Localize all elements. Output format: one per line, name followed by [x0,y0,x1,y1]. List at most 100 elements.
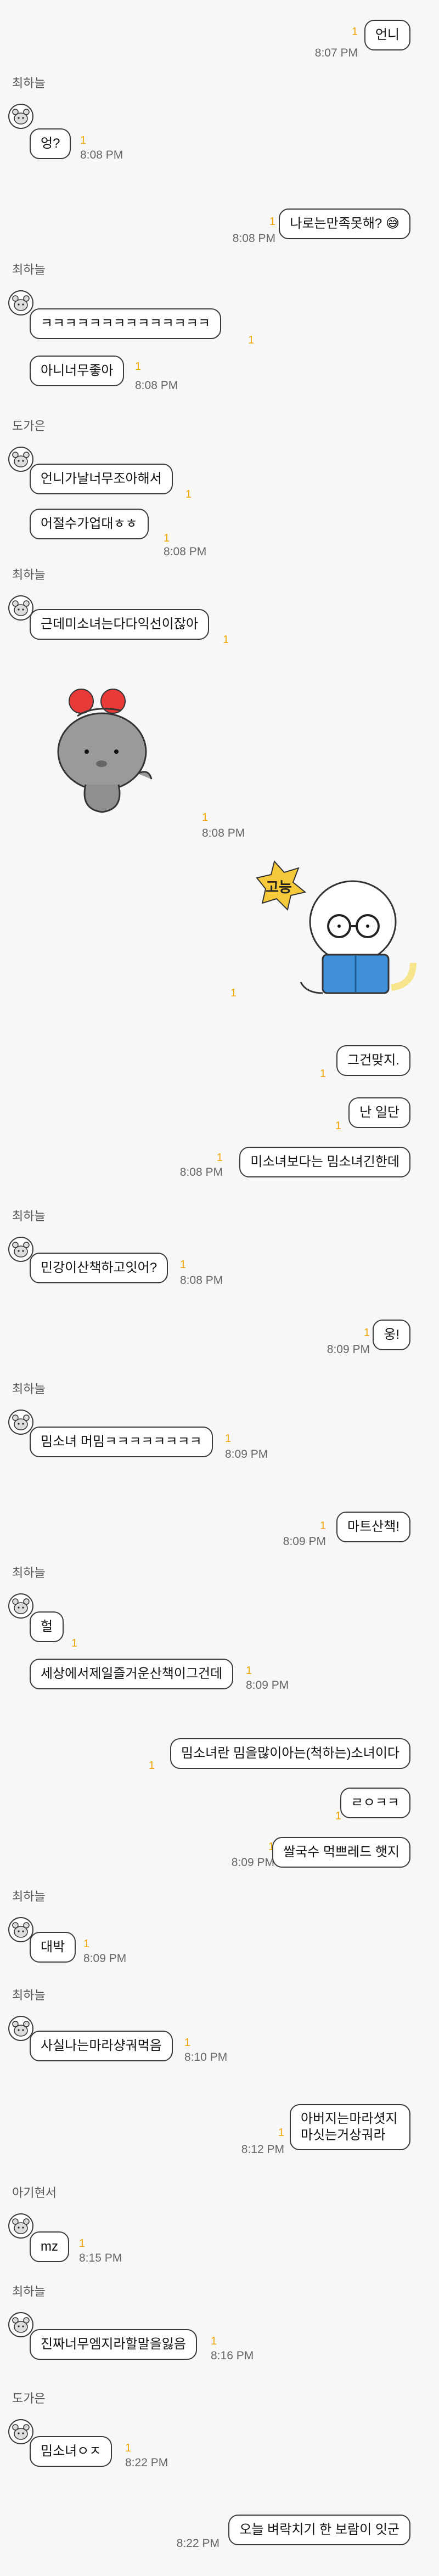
unread-count: 1 [135,360,142,373]
message-bubble[interactable]: 밈소녀ㅇㅈ [30,2436,112,2467]
message-bubble[interactable]: 오늘 벼락치기 한 보람이 잇군 [228,2515,410,2545]
unread-count: 1 [164,532,170,544]
message-time: 8:15 PM [79,2252,122,2264]
sender-name: 최하늘 [12,1988,46,2002]
message-time: 8:12 PM [241,2143,284,2156]
message-time: 8:09 PM [283,1535,326,1548]
message-bubble[interactable]: 밈소녀 머밈ㅋㅋㅋㅋㅋㅋㅋㅋ [30,1427,213,1457]
sender-name: 최하늘 [12,1566,46,1580]
message-bubble[interactable]: 진짜너무엠지라할말을잃음 [30,2329,197,2360]
message-time: 8:08 PM [135,379,178,392]
gray-bear-heart-sticker[interactable] [47,686,162,818]
glasses-dog-reading-sticker[interactable]: 고능 [240,856,421,1000]
message-bubble[interactable]: 언니가날너무조아해서 [30,464,173,494]
message-time: 8:09 PM [327,1343,370,1356]
unread-count: 1 [180,1259,187,1271]
sender-name: 최하늘 [12,1890,46,1903]
message-bubble[interactable]: 사실나는마라샹궈먹음 [30,2031,173,2061]
unread-count: 1 [248,334,255,346]
unread-count: 1 [125,2442,132,2454]
unread-count: 1 [184,2037,191,2049]
unread-count: 1 [363,1327,370,1339]
message-bubble[interactable]: 나로는만족못해? 😅 [279,208,410,239]
message-bubble[interactable]: 마트산책! [336,1512,410,1542]
message-bubble[interactable]: 웅! [373,1320,410,1350]
message-bubble[interactable]: mz [30,2231,69,2262]
message-time: 8:22 PM [176,2537,219,2550]
message-bubble[interactable]: 언니 [364,20,410,50]
unread-count: 1 [269,216,275,228]
sender-name: 최하늘 [12,76,46,90]
message-time: 8:16 PM [211,2349,254,2362]
avatar-icon[interactable] [8,2312,34,2338]
message-time: 8:08 PM [80,149,123,161]
sweat-smile-emoji: 😅 [385,216,399,231]
chat-transcript: 1 8:07 PM 언니 최하늘 엉? 1 8:08 PM 1 8:08 PM … [0,0,439,2576]
message-time: 8:08 PM [164,545,207,558]
avatar-icon[interactable] [8,1593,34,1619]
sender-name: 최하늘 [12,1209,46,1223]
unread-count: 1 [278,2127,284,2139]
unread-count: 1 [246,1665,252,1677]
unread-count: 1 [319,1520,326,1532]
message-bubble[interactable]: 쌀국수 먹쁘레드 햇지 [272,1837,410,1868]
message-bubble[interactable]: 난 일단 [348,1097,410,1128]
message-time: 8:08 PM [180,1274,223,1287]
message-text: 나로는만족못해? [290,216,382,231]
avatar-icon[interactable] [8,103,34,129]
message-bubble[interactable]: ㄹㅇㅋㅋ [340,1788,410,1818]
message-bubble[interactable]: 그건맞지. [336,1045,410,1076]
message-bubble[interactable]: 헐 [30,1611,64,1642]
unread-count: 1 [335,1810,341,1822]
unread-count: 1 [202,811,209,824]
sender-name: 최하늘 [12,263,46,277]
avatar-icon[interactable] [8,2213,34,2239]
unread-count: 1 [211,2335,217,2347]
sender-name: 최하늘 [12,1382,46,1396]
avatar-icon[interactable] [8,1409,34,1435]
message-time: 8:07 PM [314,47,358,59]
message-time: 8:08 PM [179,1166,223,1179]
sender-name: 최하늘 [12,2285,46,2298]
sender-name: 도가은 [12,419,46,433]
message-bubble[interactable]: 엉? [30,128,71,159]
unread-count: 1 [319,1068,326,1080]
unread-count: 1 [80,134,87,146]
message-bubble[interactable]: 근데미소녀는다다익선이잖아 [30,609,210,640]
unread-count: 1 [351,26,358,38]
message-time: 8:08 PM [232,232,275,245]
unread-count: 1 [223,634,229,646]
message-time: 8:22 PM [125,2456,168,2469]
avatar-icon[interactable] [8,2419,34,2445]
message-bubble[interactable]: 어절수가업대ㅎㅎ [30,509,149,539]
sender-name: 아기현서 [12,2186,57,2200]
message-time: 8:09 PM [246,1679,289,1692]
unread-count: 1 [148,1760,155,1772]
unread-count: 1 [79,2237,86,2250]
message-time: 8:09 PM [231,1856,274,1869]
message-time: 8:09 PM [225,1448,268,1461]
unread-count: 1 [335,1120,341,1132]
unread-count: 1 [216,1152,223,1164]
message-bubble[interactable]: 아니너무좋아 [30,356,125,386]
message-time: 8:08 PM [202,827,245,839]
message-bubble[interactable]: 대박 [30,1932,76,1963]
message-bubble[interactable]: 세상에서제일즐거운산책이그건데 [30,1659,234,1689]
message-bubble[interactable]: ㅋㅋㅋㅋㅋㅋㅋㅋㅋㅋㅋㅋㅋㅋ [30,308,222,339]
unread-count: 1 [71,1637,78,1649]
sender-name: 최하늘 [12,568,46,582]
sender-name: 도가은 [12,2392,46,2405]
message-bubble[interactable]: 아버지는마라셧지 마싯는거상궈라 [290,2104,410,2150]
message-bubble[interactable]: 밈소녀란 밈을많이아는(척하는)소녀이다 [170,1738,410,1769]
message-bubble[interactable]: 미소녀보다는 밈소녀긴한데 [239,1147,410,1177]
unread-count: 1 [83,1938,90,1950]
message-time: 8:10 PM [184,2051,228,2064]
unread-count: 1 [225,1433,232,1445]
unread-count: 1 [185,488,192,500]
unread-count: 1 [230,987,237,999]
avatar-icon[interactable] [8,446,34,472]
message-bubble[interactable]: 민강이산책하고잇어? [30,1253,168,1283]
sticker-caption: 고능 [266,880,292,896]
avatar-icon[interactable] [8,290,34,316]
message-time: 8:09 PM [83,1952,127,1965]
